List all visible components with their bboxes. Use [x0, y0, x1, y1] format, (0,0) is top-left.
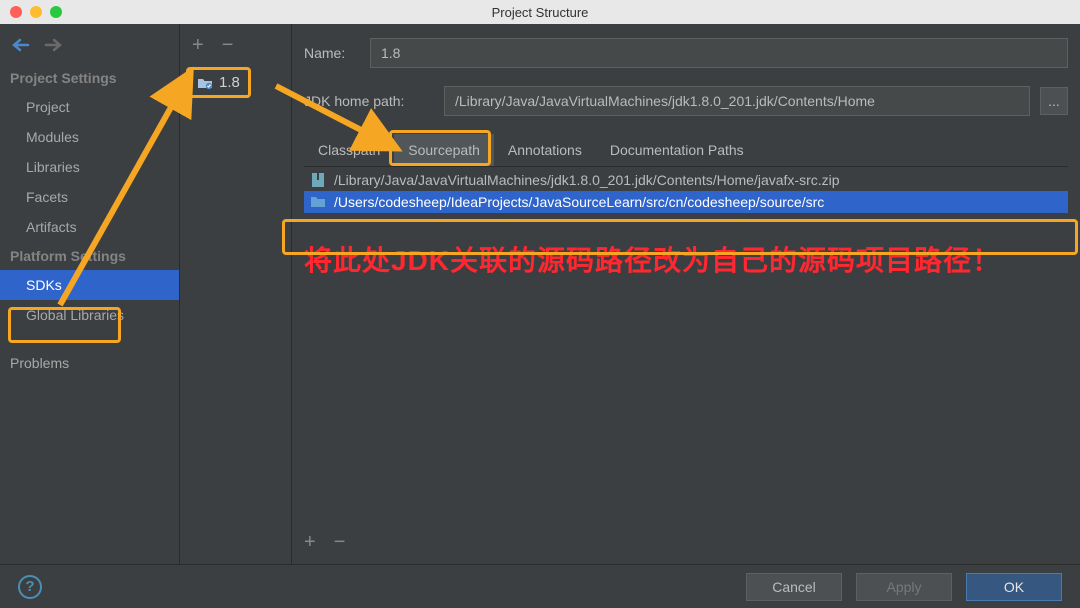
sidebar-section-platform-settings: Platform Settings — [0, 242, 179, 270]
sdk-list-item[interactable]: 1.8 — [186, 67, 251, 98]
cancel-button[interactable]: Cancel — [746, 573, 842, 601]
ok-button-label: OK — [1004, 579, 1024, 595]
name-label: Name: — [304, 45, 370, 61]
annotation-text: 将此处JDK关联的源码路径改为自己的源码项目路径！ — [304, 239, 1068, 279]
tabs: Classpath Sourcepath Annotations Documen… — [304, 134, 1068, 167]
add-source-button[interactable]: + — [304, 531, 316, 554]
sidebar-item-project[interactable]: Project — [0, 92, 179, 122]
sidebar-item-libraries[interactable]: Libraries — [0, 152, 179, 182]
sidebar-item-problems[interactable]: Problems — [0, 348, 179, 378]
sdk-detail-panel: Name: JDK home path: ... Classpath Sourc… — [292, 24, 1080, 564]
titlebar: Project Structure — [0, 0, 1080, 24]
add-sdk-button[interactable]: + — [192, 34, 204, 57]
apply-button-label: Apply — [886, 579, 921, 595]
source-list: /Library/Java/JavaVirtualMachines/jdk1.8… — [304, 169, 1068, 213]
source-row-path: /Library/Java/JavaVirtualMachines/jdk1.8… — [334, 172, 840, 188]
archive-icon — [310, 172, 326, 188]
window-minimize-button[interactable] — [30, 6, 42, 18]
folder-icon — [310, 194, 326, 210]
nav-forward-icon[interactable] — [44, 38, 62, 52]
sidebar-item-facets[interactable]: Facets — [0, 182, 179, 212]
source-row[interactable]: /Users/codesheep/IdeaProjects/JavaSource… — [304, 191, 1068, 213]
window-title: Project Structure — [492, 5, 589, 20]
sdk-name-input[interactable] — [370, 38, 1068, 68]
tab-documentation-paths[interactable]: Documentation Paths — [596, 134, 758, 166]
browse-button[interactable]: ... — [1040, 87, 1068, 115]
sidebar-item-artifacts[interactable]: Artifacts — [0, 212, 179, 242]
sidebar-item-modules[interactable]: Modules — [0, 122, 179, 152]
window-maximize-button[interactable] — [50, 6, 62, 18]
sidebar-section-project-settings: Project Settings — [0, 64, 179, 92]
tab-sourcepath[interactable]: Sourcepath — [394, 134, 494, 166]
ellipsis-icon: ... — [1048, 93, 1060, 109]
tab-annotations[interactable]: Annotations — [494, 134, 596, 166]
ok-button[interactable]: OK — [966, 573, 1062, 601]
apply-button[interactable]: Apply — [856, 573, 952, 601]
source-row[interactable]: /Library/Java/JavaVirtualMachines/jdk1.8… — [304, 169, 1068, 191]
tab-classpath[interactable]: Classpath — [304, 134, 394, 166]
sidebar-item-global-libraries[interactable]: Global Libraries — [0, 300, 179, 330]
jdk-home-input[interactable] — [444, 86, 1030, 116]
sidebar-item-sdks[interactable]: SDKs — [0, 270, 179, 300]
jdk-icon — [197, 75, 213, 91]
sdk-list-item-label: 1.8 — [219, 74, 240, 91]
remove-source-button[interactable]: − — [334, 531, 346, 554]
help-button[interactable]: ? — [18, 575, 42, 599]
cancel-button-label: Cancel — [772, 579, 816, 595]
nav-back-icon[interactable] — [12, 38, 30, 52]
sdk-list-panel: + − 1.8 — [180, 24, 292, 564]
help-icon: ? — [25, 578, 34, 595]
remove-sdk-button[interactable]: − — [222, 34, 234, 57]
dialog-button-bar: ? Cancel Apply OK — [0, 564, 1080, 608]
jdk-home-label: JDK home path: — [304, 93, 444, 109]
source-row-path: /Users/codesheep/IdeaProjects/JavaSource… — [334, 194, 824, 210]
left-sidebar: Project Settings Project Modules Librari… — [0, 24, 180, 564]
traffic-lights — [0, 6, 62, 18]
window-close-button[interactable] — [10, 6, 22, 18]
